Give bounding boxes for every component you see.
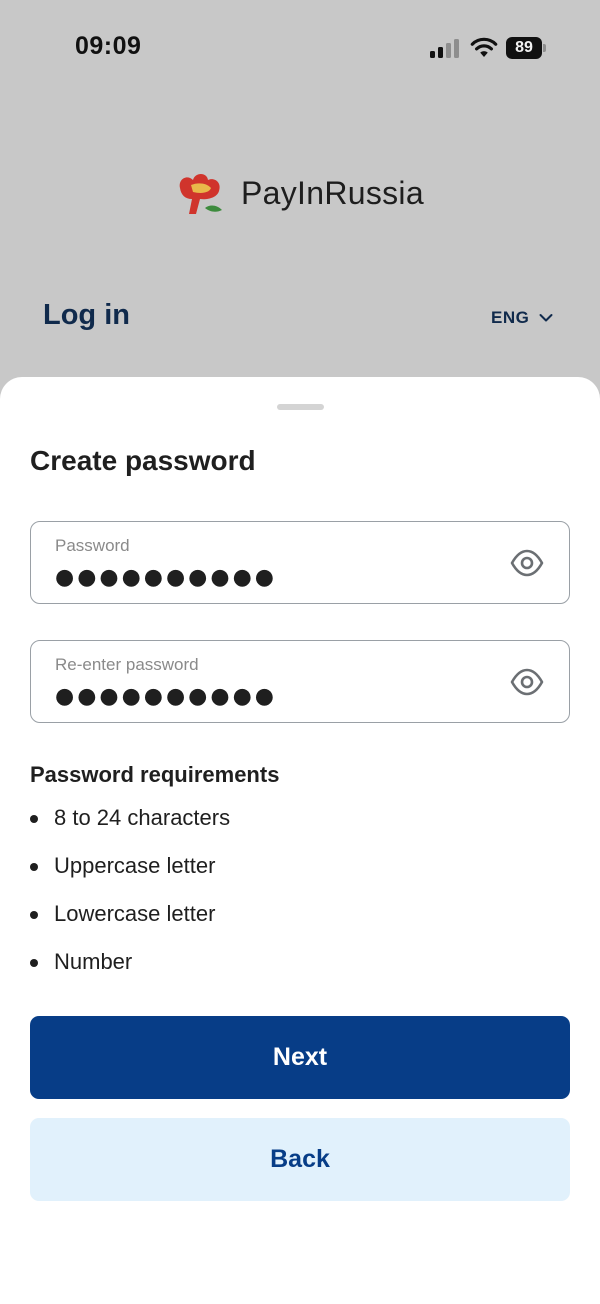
next-button[interactable]: Next: [30, 1016, 570, 1099]
wifi-icon: [470, 37, 498, 57]
reenter-password-field-label: Re-enter password: [55, 655, 199, 674]
cellular-signal-icon: [430, 38, 460, 58]
status-bar: 09:09 89: [0, 0, 600, 96]
requirement-item: Number: [30, 947, 230, 995]
brand-name: PayInRussia: [241, 175, 424, 211]
battery-tip: [543, 44, 546, 52]
create-password-sheet: Create password Password Re-enter passwo…: [0, 377, 600, 1304]
eye-icon[interactable]: [510, 548, 544, 578]
brand-logo: PayInRussia: [0, 170, 600, 220]
password-field-label: Password: [55, 536, 130, 555]
password-input[interactable]: [55, 564, 475, 590]
password-field[interactable]: Password: [30, 521, 570, 604]
reenter-password-field[interactable]: Re-enter password: [30, 640, 570, 723]
requirement-item: Uppercase letter: [30, 851, 230, 899]
reenter-password-input[interactable]: [55, 683, 475, 709]
requirement-item: 8 to 24 characters: [30, 803, 230, 851]
battery-icon: 89: [506, 37, 542, 59]
requirements-list: 8 to 24 characters Uppercase letter Lowe…: [30, 803, 230, 995]
sheet-title: Create password: [30, 445, 256, 476]
chevron-down-icon: [539, 314, 553, 322]
language-label: ENG: [491, 308, 530, 327]
requirements-title: Password requirements: [30, 762, 280, 787]
back-button[interactable]: Back: [30, 1118, 570, 1201]
language-selector[interactable]: ENG: [491, 305, 553, 331]
sheet-grabber[interactable]: [277, 404, 324, 410]
requirement-item: Lowercase letter: [30, 899, 230, 947]
brand-mark-icon: [179, 174, 222, 214]
eye-icon[interactable]: [510, 667, 544, 697]
page-title: Log in: [43, 299, 130, 331]
status-time: 09:09: [75, 32, 142, 60]
